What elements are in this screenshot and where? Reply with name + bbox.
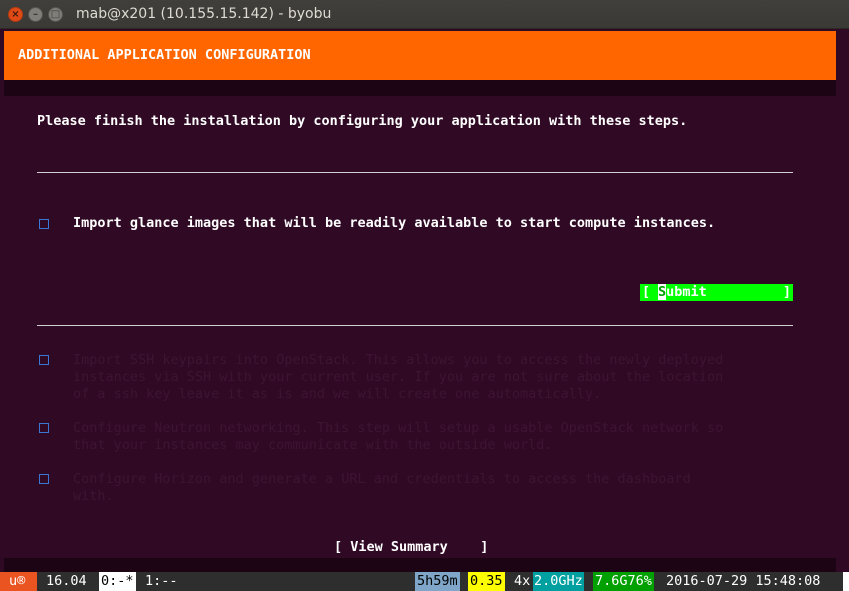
- maximize-icon[interactable]: □: [48, 7, 63, 22]
- divider-top: [37, 172, 793, 173]
- date-time: 2016-07-29 15:48:08: [666, 573, 821, 589]
- window-titlebar: × – □ mab@x201 (10.155.15.142) - byobu: [0, 0, 849, 29]
- close-icon[interactable]: ×: [8, 7, 23, 22]
- divider-bottom: [37, 325, 793, 326]
- window-tab-0[interactable]: 0:-*: [99, 572, 136, 591]
- checkbox-icon[interactable]: [39, 355, 49, 365]
- ubuntu-logo: u®: [0, 572, 37, 591]
- dialog-header: ADDITIONAL APPLICATION CONFIGURATION: [4, 31, 836, 80]
- cpu-count: 4x: [514, 573, 531, 589]
- terminal-cursor: S: [658, 284, 667, 300]
- cpu-frequency: 2.0GHz: [533, 572, 584, 591]
- terminal[interactable]: ADDITIONAL APPLICATION CONFIGURATION Ple…: [0, 29, 849, 591]
- status-end-block: [843, 572, 849, 591]
- uptime-indicator: 5h59m: [415, 572, 460, 591]
- release-version: 16.04: [46, 573, 87, 589]
- header-shadow: [4, 80, 836, 96]
- intro-text: Please finish the installation by config…: [37, 113, 688, 129]
- glance-images-item[interactable]: Import glance images that will be readil…: [73, 215, 715, 231]
- horizon-item: Configure Horizon and generate a URL and…: [73, 471, 691, 504]
- window-title: mab@x201 (10.155.15.142) - byobu: [76, 6, 332, 22]
- submit-button[interactable]: [ Submit ]: [640, 284, 793, 301]
- byobu-status-bar: u® 16.04 0:-* 1:-- 5h59m 0.35 4x 2.0GHz …: [0, 572, 849, 591]
- load-average: 0.35: [468, 572, 505, 591]
- neutron-networking-item: Configure Neutron networking. This step …: [73, 420, 724, 453]
- submit-bracket-right: ]: [782, 284, 791, 300]
- checkbox-icon[interactable]: [39, 474, 49, 484]
- submit-label: Submit: [658, 284, 707, 301]
- ssh-keypairs-item: Import SSH keypairs into OpenStack. This…: [73, 352, 724, 402]
- memory-usage: 7.6G76%: [593, 572, 654, 591]
- submit-bracket-left: [: [642, 284, 651, 300]
- minimize-icon[interactable]: –: [28, 7, 43, 22]
- submit-label-rest: ubmit: [666, 284, 707, 300]
- checkbox-icon[interactable]: [39, 423, 49, 433]
- window-tab-1[interactable]: 1:--: [145, 572, 178, 591]
- checkbox-icon[interactable]: [39, 219, 49, 229]
- view-summary-button[interactable]: [ View Summary ]: [334, 539, 488, 555]
